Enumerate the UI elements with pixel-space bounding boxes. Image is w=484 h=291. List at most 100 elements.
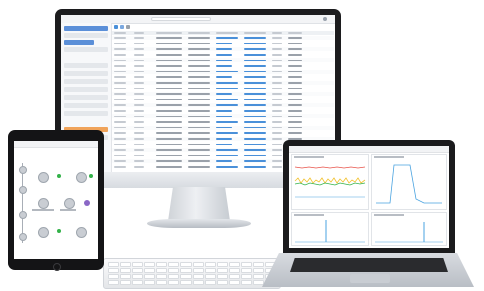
key[interactable] [180,274,191,279]
key[interactable] [180,280,191,285]
key[interactable] [168,280,179,285]
key[interactable] [108,274,119,279]
table-row[interactable] [112,70,334,74]
network-node[interactable] [19,186,27,194]
key[interactable] [229,268,240,273]
key[interactable] [193,262,204,267]
home-button[interactable] [53,263,61,271]
sidebar-item[interactable] [64,103,108,108]
sidebar-item[interactable] [64,47,108,52]
key[interactable] [168,268,179,273]
key[interactable] [132,280,143,285]
table-row[interactable] [112,42,334,46]
key[interactable] [144,280,155,285]
table-row[interactable] [112,98,334,102]
key[interactable] [217,274,228,279]
key[interactable] [144,274,155,279]
key[interactable] [108,268,119,273]
device-node[interactable] [76,227,87,238]
key[interactable] [205,274,216,279]
key[interactable] [229,262,240,267]
key[interactable] [180,262,191,267]
sidebar-item[interactable] [64,63,108,68]
key[interactable] [241,262,252,267]
device-node[interactable] [38,198,49,209]
key[interactable] [217,262,228,267]
key[interactable] [253,274,264,279]
search-input[interactable] [151,17,211,21]
trackpad[interactable] [350,274,390,283]
device-node[interactable] [64,198,75,209]
key[interactable] [120,280,131,285]
key[interactable] [120,262,131,267]
key[interactable] [253,262,264,267]
key[interactable] [168,262,179,267]
key[interactable] [193,268,204,273]
key[interactable] [168,274,179,279]
network-node[interactable] [19,233,27,241]
key[interactable] [132,274,143,279]
device-node-selected[interactable] [84,200,90,206]
refresh-icon[interactable] [120,25,124,29]
key[interactable] [156,268,167,273]
table-row[interactable] [112,109,334,113]
sidebar-item[interactable] [64,33,108,38]
key[interactable] [156,280,167,285]
key[interactable] [253,280,264,285]
device-node[interactable] [76,172,87,183]
table-row[interactable] [112,131,334,135]
key[interactable] [120,274,131,279]
table-cell [156,99,182,101]
key[interactable] [132,268,143,273]
key[interactable] [156,274,167,279]
key[interactable] [205,262,216,267]
key[interactable] [217,268,228,273]
table-row[interactable] [112,126,334,130]
key[interactable] [241,268,252,273]
key[interactable] [144,268,155,273]
network-node[interactable] [19,211,27,219]
sidebar-item[interactable] [64,40,94,45]
key[interactable] [120,268,131,273]
key[interactable] [253,268,264,273]
device-node[interactable] [38,172,49,183]
avatar[interactable] [323,17,327,21]
network-node[interactable] [19,166,27,174]
sidebar-item[interactable] [64,26,108,31]
key[interactable] [205,268,216,273]
add-icon[interactable] [114,25,118,29]
sidebar-item[interactable] [64,95,108,100]
table-row[interactable] [112,114,334,118]
key[interactable] [144,262,155,267]
device-node[interactable] [38,227,49,238]
table-row[interactable] [112,86,334,90]
table-row[interactable] [112,120,334,124]
table-row[interactable] [112,103,334,107]
key[interactable] [217,280,228,285]
table-row[interactable] [112,81,334,85]
filter-icon[interactable] [126,25,130,29]
key[interactable] [241,280,252,285]
key[interactable] [205,280,216,285]
sidebar-item[interactable] [64,87,108,92]
key[interactable] [193,274,204,279]
key[interactable] [241,274,252,279]
sidebar-item[interactable] [64,71,108,76]
table-row[interactable] [112,92,334,96]
table-row[interactable] [112,58,334,62]
table-row[interactable] [112,47,334,51]
key[interactable] [229,274,240,279]
key[interactable] [132,262,143,267]
key[interactable] [229,280,240,285]
table-row[interactable] [112,53,334,57]
table-row[interactable] [112,75,334,79]
table-row[interactable] [112,64,334,68]
table-row[interactable] [112,36,334,40]
key[interactable] [180,268,191,273]
key[interactable] [108,262,119,267]
key[interactable] [108,280,119,285]
key[interactable] [156,262,167,267]
key[interactable] [193,280,204,285]
sidebar-item[interactable] [64,79,108,84]
sidebar-item[interactable] [64,111,108,116]
